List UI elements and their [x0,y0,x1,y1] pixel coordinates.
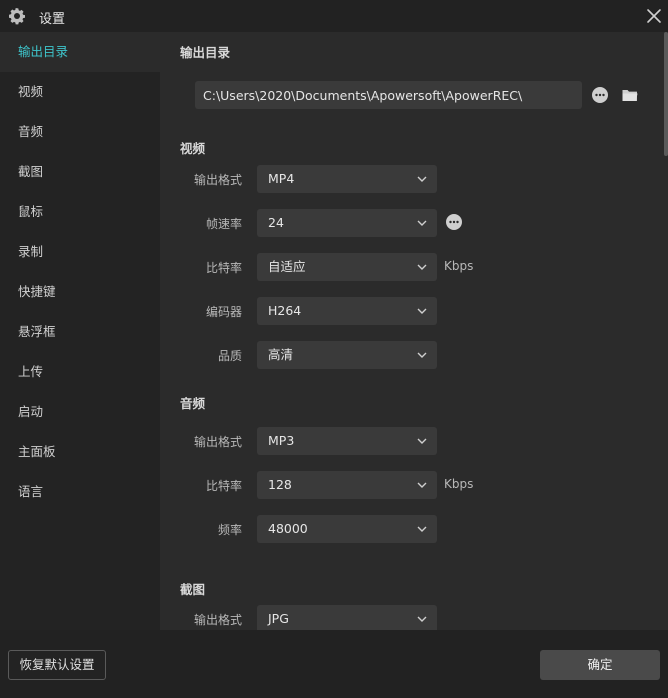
more-icon[interactable] [591,86,609,104]
sidebar-item-audio[interactable]: 音频 [0,112,160,152]
video-quality-value: 高清 [268,347,294,362]
folder-icon[interactable] [621,86,639,104]
screenshot-format-label: 输出格式 [193,613,242,627]
video-encoder-value: H264 [268,303,302,318]
chevron-down-icon [417,176,427,182]
section-title-output: 输出目录 [180,45,231,60]
sidebar-item-startup[interactable]: 启动 [0,392,160,432]
video-format-value: MP4 [268,171,295,186]
video-bitrate-label: 比特率 [205,261,242,275]
video-fps-value: 24 [268,215,284,230]
audio-format-value: MP3 [268,433,295,448]
chevron-down-icon [417,438,427,444]
screenshot-format-select[interactable]: JPG [257,605,437,630]
section-title-screenshot: 截图 [180,582,206,597]
sidebar-item-upload[interactable]: 上传 [0,352,160,392]
section-title-video: 视频 [180,141,206,156]
sidebar-item-output[interactable]: 输出目录 [0,32,160,72]
settings-content: 输出目录 视频 输出格式 MP4 帧速率 24 比特率 自适应 Kbps 编码器… [160,32,668,630]
audio-bitrate-unit: Kbps [444,477,474,491]
window-title: 设置 [39,12,66,27]
chevron-down-icon [417,264,427,270]
sidebar: 输出目录 视频 音频 截图 鼠标 录制 快捷键 悬浮框 上传 启动 主面板 语言 [0,32,160,630]
audio-freq-value: 48000 [268,521,308,536]
more-icon[interactable] [445,213,463,231]
audio-freq-select[interactable]: 48000 [257,515,437,543]
video-fps-select[interactable]: 24 [257,209,437,237]
reset-defaults-button[interactable]: 恢复默认设置 [8,650,106,680]
gear-icon [9,8,25,25]
sidebar-item-video[interactable]: 视频 [0,72,160,112]
video-bitrate-select[interactable]: 自适应 [257,253,437,281]
audio-format-select[interactable]: MP3 [257,427,437,455]
chevron-down-icon [417,482,427,488]
video-bitrate-value: 自适应 [268,259,306,274]
section-title-audio: 音频 [180,396,206,411]
audio-bitrate-label: 比特率 [205,479,242,493]
audio-bitrate-value: 128 [268,477,292,492]
title-bar: 设置 [0,0,668,32]
chevron-down-icon [417,352,427,358]
video-fps-label: 帧速率 [205,217,242,231]
audio-freq-label: 频率 [217,523,242,537]
scrollbar[interactable] [664,32,668,156]
video-quality-label: 品质 [217,349,242,363]
sidebar-item-floatbox[interactable]: 悬浮框 [0,312,160,352]
chevron-down-icon [417,220,427,226]
video-bitrate-unit: Kbps [444,259,474,273]
sidebar-item-mouse[interactable]: 鼠标 [0,192,160,232]
ok-button[interactable]: 确定 [540,650,660,680]
video-format-label: 输出格式 [193,173,242,187]
audio-format-label: 输出格式 [193,435,242,449]
audio-bitrate-select[interactable]: 128 [257,471,437,499]
video-encoder-label: 编码器 [205,305,242,319]
sidebar-item-hotkeys[interactable]: 快捷键 [0,272,160,312]
close-icon[interactable] [644,6,664,26]
sidebar-item-screenshot[interactable]: 截图 [0,152,160,192]
output-path-input[interactable] [195,81,582,109]
chevron-down-icon [417,526,427,532]
sidebar-item-language[interactable]: 语言 [0,472,160,512]
sidebar-item-mainpanel[interactable]: 主面板 [0,432,160,472]
video-encoder-select[interactable]: H264 [257,297,437,325]
screenshot-format-value: JPG [268,611,289,626]
chevron-down-icon [417,616,427,622]
footer: 恢复默认设置 确定 [0,630,668,698]
video-quality-select[interactable]: 高清 [257,341,437,369]
video-format-select[interactable]: MP4 [257,165,437,193]
chevron-down-icon [417,308,427,314]
sidebar-item-record[interactable]: 录制 [0,232,160,272]
